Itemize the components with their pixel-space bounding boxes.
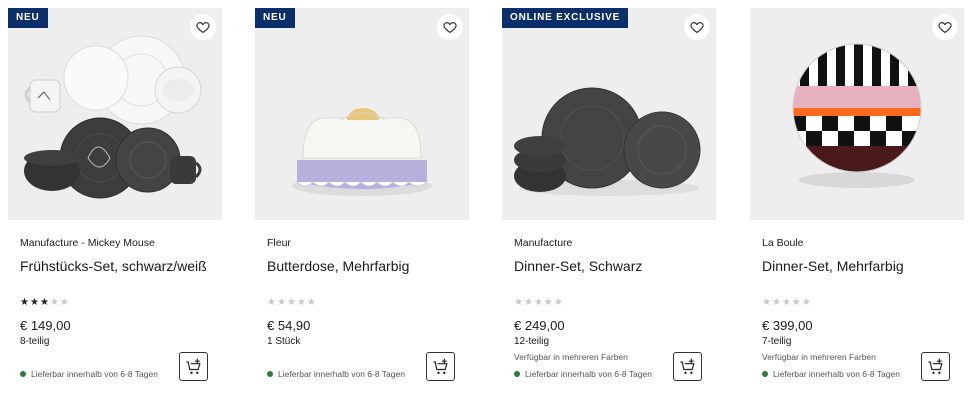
star-icon: ★: [39, 297, 49, 308]
product-title[interactable]: Dinner-Set, Schwarz: [514, 258, 642, 274]
star-icon: ★: [29, 297, 39, 308]
heart-icon: [196, 22, 210, 34]
product-card[interactable]: ONLINE EXCLUSIVE Manufacture Dinner-Set,…: [502, 8, 716, 392]
product-pieces: 1 Stück: [267, 336, 301, 347]
rating-stars: ★ ★ ★ ★ ★: [762, 297, 811, 309]
star-icon: ★: [771, 297, 781, 308]
product-card[interactable]: NEU Manufacture - Mickey Mouse Frühstück…: [8, 8, 222, 392]
product-grid: NEU Manufacture - Mickey Mouse Frühstück…: [0, 0, 970, 400]
star-icon: ★: [553, 297, 563, 308]
star-icon: ★: [514, 297, 523, 308]
availability-dot-icon: [514, 371, 520, 377]
delivery-status: Lieferbar innerhalb von 6-8 Tagen: [20, 369, 158, 379]
star-icon: ★: [791, 297, 801, 308]
badge-new: NEU: [8, 8, 48, 28]
delivery-status: Lieferbar innerhalb von 6-8 Tagen: [762, 369, 900, 379]
butter-dish-image: [292, 108, 432, 196]
add-to-cart-button[interactable]: [426, 352, 455, 381]
star-icon: ★: [762, 297, 771, 308]
product-image-area[interactable]: NEU: [8, 8, 222, 220]
product-title[interactable]: Frühstücks-Set, schwarz/weiß: [20, 258, 207, 274]
favorite-button[interactable]: [437, 14, 463, 40]
star-icon: ★: [59, 297, 69, 308]
product-title[interactable]: Dinner-Set, Mehrfarbig: [762, 258, 904, 274]
product-price: € 54,90: [267, 318, 311, 333]
star-icon: ★: [296, 297, 306, 308]
star-icon: ★: [543, 297, 553, 308]
add-to-cart-icon: [186, 358, 201, 374]
product-pieces: 12-teilig: [514, 336, 550, 347]
product-card[interactable]: La Boule Dinner-Set, Mehrfarbig ★ ★ ★ ★ ★ € …: [750, 8, 964, 392]
star-icon: ★: [49, 297, 59, 308]
product-brand: Manufacture - Mickey Mouse: [20, 237, 155, 249]
star-icon: ★: [523, 297, 533, 308]
add-to-cart-icon: [680, 358, 695, 374]
rating-stars: ★ ★ ★ ★ ★: [267, 297, 316, 309]
availability-dot-icon: [762, 371, 768, 377]
variants-note: Verfügbar in mehreren Farben: [514, 352, 628, 362]
product-card[interactable]: NEU Fleur Butterdose, Mehrfarbig ★ ★ ★ ★ ★ €…: [255, 8, 469, 392]
badge-online-exclusive: ONLINE EXCLUSIVE: [502, 8, 629, 28]
add-to-cart-button[interactable]: [921, 352, 950, 381]
add-to-cart-icon: [433, 358, 448, 374]
availability-dot-icon: [20, 371, 26, 377]
heart-icon: [690, 22, 704, 34]
delivery-text: Lieferbar innerhalb von 6-8 Tagen: [773, 369, 900, 379]
breakfast-set-image: [24, 35, 202, 199]
delivery-text: Lieferbar innerhalb von 6-8 Tagen: [31, 369, 158, 379]
star-icon: ★: [306, 297, 316, 308]
favorite-button[interactable]: [932, 14, 958, 40]
product-title[interactable]: Butterdose, Mehrfarbig: [267, 258, 409, 274]
star-icon: ★: [20, 297, 29, 308]
variants-note: Verfügbar in mehreren Farben: [762, 352, 876, 362]
heart-icon: [938, 22, 952, 34]
delivery-status: Lieferbar innerhalb von 6-8 Tagen: [514, 369, 652, 379]
product-brand: La Boule: [762, 237, 804, 249]
dinner-set-image: [514, 87, 701, 196]
star-icon: ★: [801, 297, 811, 308]
rating-stars: ★ ★ ★ ★ ★: [514, 297, 563, 309]
product-price: € 149,00: [20, 318, 71, 333]
add-to-cart-button[interactable]: [179, 352, 208, 381]
add-to-cart-button[interactable]: [673, 352, 702, 381]
product-pieces: 8-teilig: [20, 336, 50, 347]
star-icon: ★: [286, 297, 296, 308]
product-pieces: 7-teilig: [762, 336, 792, 347]
product-price: € 399,00: [762, 318, 813, 333]
add-to-cart-icon: [928, 358, 943, 374]
delivery-text: Lieferbar innerhalb von 6-8 Tagen: [525, 369, 652, 379]
favorite-button[interactable]: [190, 14, 216, 40]
product-brand: Manufacture: [514, 237, 573, 249]
star-icon: ★: [533, 297, 543, 308]
product-image-area[interactable]: NEU: [255, 8, 469, 220]
favorite-button[interactable]: [684, 14, 710, 40]
product-brand: Fleur: [267, 237, 291, 249]
delivery-text: Lieferbar innerhalb von 6-8 Tagen: [278, 369, 405, 379]
product-image-area[interactable]: [750, 8, 964, 220]
delivery-status: Lieferbar innerhalb von 6-8 Tagen: [267, 369, 405, 379]
la-boule-image: [792, 43, 922, 188]
star-icon: ★: [267, 297, 276, 308]
rating-stars: ★ ★ ★ ★ ★: [20, 297, 69, 309]
star-icon: ★: [781, 297, 791, 308]
product-price: € 249,00: [514, 318, 565, 333]
star-icon: ★: [276, 297, 286, 308]
availability-dot-icon: [267, 371, 273, 377]
product-image-area[interactable]: ONLINE EXCLUSIVE: [502, 8, 716, 220]
badge-new: NEU: [255, 8, 295, 28]
heart-icon: [443, 22, 457, 34]
